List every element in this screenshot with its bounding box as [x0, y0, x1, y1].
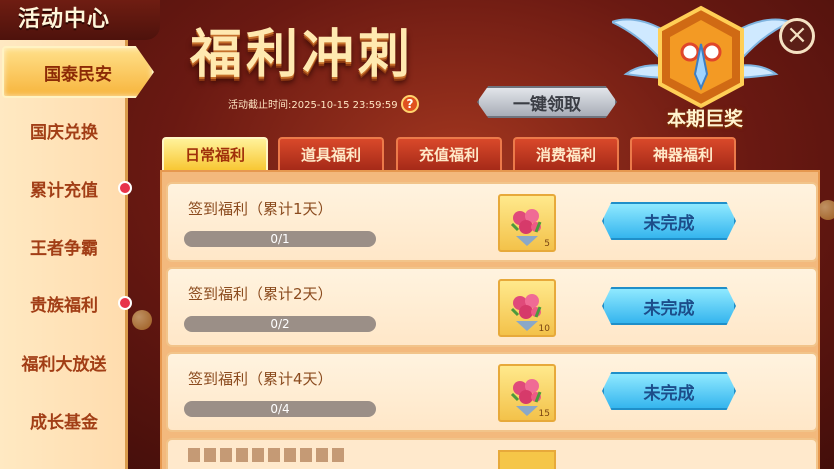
task-title-partial [188, 448, 348, 462]
progress-bar: 0/2 [184, 316, 376, 332]
tab-daily-benefits[interactable]: 日常福利 [162, 137, 268, 170]
tab-label: 消费福利 [535, 146, 596, 164]
tab-consumption-benefits[interactable]: 消费福利 [513, 137, 619, 170]
grand-prize-label: 本期巨奖 [666, 108, 743, 130]
task-list-panel[interactable]: 签到福利（累计1天） 0/1 5 未完成 签到福利（累计2天） 0/2 10 未… [160, 170, 820, 469]
notification-dot [118, 181, 132, 195]
reward-item-slot[interactable]: 5 [498, 194, 556, 252]
event-title: 福利冲刺 [190, 25, 415, 85]
task-status-button[interactable]: 未完成 [602, 287, 736, 325]
sidebar-item-label: 贵族福利 [30, 295, 98, 316]
sidebar-item-growth-fund[interactable]: 成长基金 [0, 398, 128, 442]
task-row: 签到福利（累计1天） 0/1 5 未完成 [166, 182, 818, 262]
task-status-button[interactable]: 未完成 [602, 202, 736, 240]
sidebar-item-label: 福利大放送 [21, 354, 107, 375]
tab-label: 日常福利 [184, 146, 245, 164]
notification-dot [118, 296, 132, 310]
sidebar-title: 活动中心 [0, 0, 160, 40]
reward-item-slot[interactable]: 10 [498, 279, 556, 337]
claim-all-button[interactable]: 一键领取 [477, 86, 617, 118]
progress-text: 0/2 [270, 317, 290, 331]
reward-item-slot-partial [498, 450, 556, 469]
sidebar-item-label: 成长基金 [30, 412, 98, 433]
sidebar-item-cumulative-recharge[interactable]: 累计充值 [0, 166, 132, 210]
progress-bar: 0/4 [184, 401, 376, 417]
sidebar-item-noble-benefits[interactable]: 贵族福利 [0, 281, 132, 325]
task-row: 签到福利（累计4天） 0/4 15 未完成 [166, 352, 818, 432]
sidebar-item-benefit-giveaway[interactable]: 福利大放送 [0, 340, 128, 384]
reward-item-slot[interactable]: 15 [498, 364, 556, 422]
task-row-partial [166, 438, 818, 469]
progress-text: 0/1 [270, 232, 290, 246]
event-deadline: 活动截止时间:2025-10-15 23:59:59 [228, 100, 398, 111]
sidebar-item-label: 王者争霸 [30, 238, 98, 259]
task-title: 签到福利（累计4天） [188, 370, 333, 388]
tab-label: 神器福利 [652, 146, 713, 164]
tab-artifact-benefits[interactable]: 神器福利 [630, 137, 736, 170]
reward-count: 15 [538, 409, 550, 419]
coin-decoration [818, 200, 834, 220]
task-title: 签到福利（累计1天） [188, 200, 333, 218]
progress-bar: 0/1 [184, 231, 376, 247]
sidebar-item-king-contest[interactable]: 王者争霸 [0, 224, 128, 268]
task-title: 签到福利（累计2天） [188, 285, 333, 303]
tab-item-benefits[interactable]: 道具福利 [278, 137, 384, 170]
reward-count: 10 [538, 324, 550, 334]
tab-label: 道具福利 [300, 146, 361, 164]
progress-text: 0/4 [270, 402, 290, 416]
sidebar-item-label: 国泰民安 [44, 64, 112, 85]
task-row: 签到福利（累计2天） 0/2 10 未完成 [166, 267, 818, 347]
tab-label: 充值福利 [418, 146, 479, 164]
task-status-button[interactable]: 未完成 [602, 372, 736, 410]
sidebar-item-guoqing-exchange[interactable]: 国庆兑换 [0, 108, 128, 152]
sidebar-item-label: 国庆兑换 [30, 122, 98, 143]
reward-count: 5 [544, 239, 550, 249]
coin-decoration [132, 310, 152, 330]
tab-recharge-benefits[interactable]: 充值福利 [396, 137, 502, 170]
question-icon[interactable]: ? [401, 95, 419, 113]
sidebar-item-guotaiminan[interactable]: 国泰民安 [2, 46, 154, 98]
close-icon[interactable]: × [779, 18, 815, 54]
sidebar-item-label: 累计充值 [30, 180, 98, 201]
